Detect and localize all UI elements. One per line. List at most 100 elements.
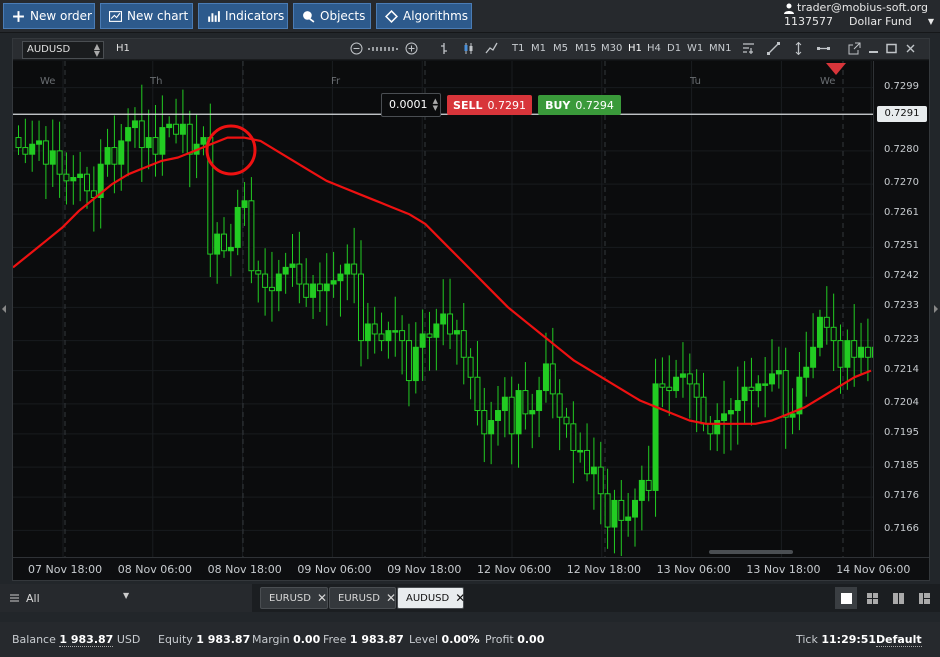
timeframe-mn1[interactable]: MN1 [709, 43, 731, 54]
candle-body [111, 147, 118, 165]
price-tick-label: 0.7270 [884, 177, 919, 189]
buy-button[interactable]: BUY 0.7294 [538, 95, 621, 115]
algorithms-button[interactable]: Algorithms [376, 3, 472, 29]
chart-tab-audusd[interactable]: AUDUSD ✕ [397, 587, 465, 609]
time-tick-label: 09 Nov 06:00 [297, 563, 372, 576]
candle-body [837, 340, 844, 368]
zoom-slider[interactable] [367, 42, 401, 57]
close-icon[interactable]: ✕ [317, 591, 327, 605]
algorithms-icon [385, 9, 398, 23]
candle-body [104, 147, 111, 165]
timeframe-h4[interactable]: H4 [647, 43, 661, 54]
new-chart-button[interactable]: New chart [100, 3, 193, 29]
layout-rows-button[interactable] [913, 587, 935, 609]
candle-body [604, 493, 611, 528]
maximize-icon[interactable] [884, 42, 899, 57]
candle-body [296, 263, 303, 285]
candle-body [405, 340, 412, 382]
price-axis[interactable]: 0.7299 0.7280 0.7270 0.7261 0.7251 0.7242 0.72… [873, 61, 929, 557]
candle-body [125, 127, 132, 142]
close-icon[interactable] [903, 42, 918, 57]
chart-filter-select[interactable]: All ▼ [0, 584, 252, 612]
candle-body [173, 123, 180, 135]
default-profile-link[interactable]: Default [876, 633, 922, 647]
candle-chart-type-icon[interactable] [461, 42, 476, 57]
candle-body [782, 370, 789, 418]
candle-body [453, 330, 460, 335]
candle-body [200, 137, 207, 145]
horizontal-scrollbar[interactable] [709, 550, 793, 554]
chart-tab-eurusd-2[interactable]: EURUSD ✕ [329, 587, 396, 609]
layout-columns-button[interactable] [887, 587, 909, 609]
candle-body [536, 390, 543, 412]
template-icon[interactable] [741, 42, 756, 57]
timeframe-t1[interactable]: T1 [512, 43, 524, 54]
candle-body [433, 323, 440, 338]
candle-body [666, 386, 673, 392]
new-order-button[interactable]: New order [3, 3, 95, 29]
candle-body [152, 137, 159, 155]
candle-body [515, 390, 522, 435]
close-icon[interactable]: ✕ [455, 591, 465, 605]
layout-grid-button[interactable] [861, 587, 883, 609]
chart-header: AUDUSD ▲ ▼ H1 T1 M1 M5 M15 M30 H1 H4 D1 … [13, 39, 929, 60]
account-panel[interactable]: trader@mobius-soft.org 1137577 Dollar Fu… [784, 1, 934, 29]
price-tick-label: 0.7204 [884, 396, 919, 408]
candle-body [522, 390, 529, 415]
candle-body [597, 466, 604, 495]
candle-body [618, 499, 625, 521]
chart-tab-eurusd-1[interactable]: EURUSD ✕ [260, 587, 328, 609]
zoom-out-icon[interactable] [349, 42, 364, 57]
symbol-select[interactable]: AUDUSD ▲ ▼ [22, 41, 104, 59]
price-tick-label: 0.7299 [884, 80, 919, 92]
balance-readout: Balance 1 983.87 USD [12, 633, 141, 647]
candle-body [385, 330, 392, 342]
time-axis[interactable]: 07 Nov 18:00 08 Nov 06:00 08 Nov 18:00 09 N… [13, 557, 929, 580]
line-chart-type-icon[interactable] [484, 42, 499, 57]
candle-body [556, 393, 563, 418]
candle-body [714, 420, 721, 435]
objects-button[interactable]: Objects [293, 3, 371, 29]
vertical-line-icon[interactable] [791, 41, 806, 57]
timeframe-w1[interactable]: W1 [687, 43, 703, 54]
chevron-down-icon[interactable]: ▼ [928, 15, 934, 29]
detach-icon[interactable] [847, 42, 862, 57]
candle-body [426, 333, 433, 338]
bar-chart-type-icon[interactable] [437, 42, 452, 57]
margin-readout: Margin 0.00 [252, 633, 321, 646]
horizontal-line-icon[interactable] [816, 42, 831, 57]
spinner-icon[interactable]: ▲ ▼ [433, 98, 438, 112]
layout-single-button[interactable] [835, 587, 857, 609]
menu-icon [10, 594, 19, 602]
timeframe-h1[interactable]: H1 [628, 43, 642, 54]
candle-body [131, 120, 138, 129]
candle-body [542, 363, 549, 392]
timeframe-m15[interactable]: M15 [575, 43, 596, 54]
chart-icon [109, 10, 122, 22]
candle-body [495, 410, 501, 422]
right-panel-toggle-icon[interactable] [934, 305, 938, 313]
candle-body [590, 466, 597, 475]
close-icon[interactable]: ✕ [386, 591, 396, 605]
timeframe-d1[interactable]: D1 [667, 43, 681, 54]
columns-layout-icon [892, 592, 904, 604]
candle-body [673, 376, 680, 392]
candle-body [234, 206, 241, 248]
left-panel-toggle-icon[interactable] [2, 305, 6, 313]
trend-line-icon[interactable] [766, 42, 781, 57]
indicators-button[interactable]: Indicators [198, 3, 288, 29]
candle-body [378, 333, 385, 342]
candle-body [727, 410, 734, 415]
minimize-icon[interactable] [866, 42, 881, 57]
price-plot[interactable]: 0.0001 ▲ ▼ SELL 0.7291 BUY 0.7294 We Th Fr T… [13, 61, 873, 557]
timeframe-m30[interactable]: M30 [601, 43, 622, 54]
day-label: We [820, 76, 836, 87]
zoom-in-icon[interactable] [404, 42, 419, 57]
candle-body [179, 123, 186, 135]
timeframe-m5[interactable]: M5 [553, 43, 568, 54]
lot-size-input[interactable]: 0.0001 ▲ ▼ [381, 93, 441, 117]
time-tick-label: 08 Nov 18:00 [207, 563, 282, 576]
candle-body [803, 366, 810, 378]
timeframe-m1[interactable]: M1 [531, 43, 546, 54]
sell-button[interactable]: SELL 0.7291 [447, 95, 532, 115]
